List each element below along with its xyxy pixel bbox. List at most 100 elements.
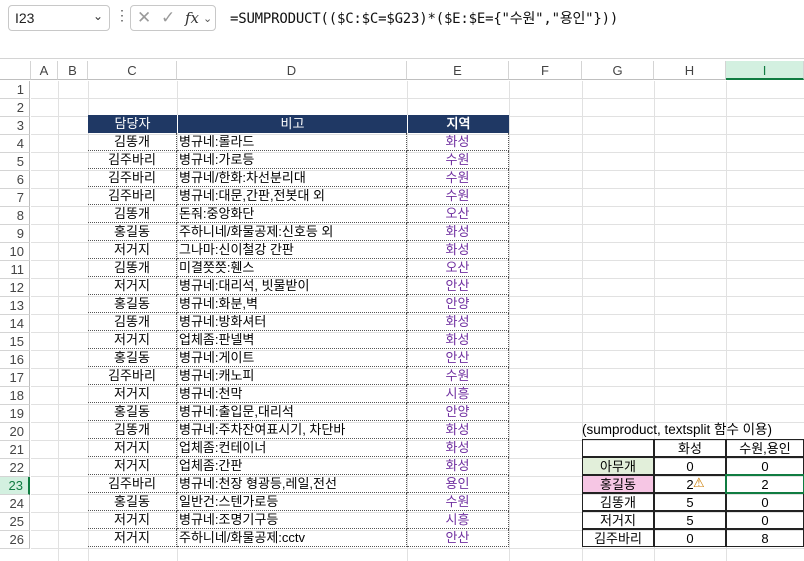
fx-chevron-icon[interactable]: ⌄ — [203, 12, 212, 25]
owner-cell[interactable]: 홍길동 — [88, 223, 177, 241]
note-cell[interactable]: 주하니네/화물공제:cctv — [177, 529, 407, 547]
row-header-5[interactable]: 5 — [0, 153, 30, 171]
note-cell[interactable]: 병규네:주차잔여표시기, 차단바 — [177, 421, 407, 439]
check-icon[interactable]: ✓ — [161, 8, 175, 28]
owner-cell[interactable]: 저거지 — [88, 439, 177, 457]
col-header-H[interactable]: H — [654, 61, 726, 80]
region-cell[interactable]: 수원 — [407, 151, 509, 169]
header-note[interactable]: 비고 — [177, 115, 407, 133]
region-cell[interactable]: 수원 — [407, 493, 509, 511]
row-header-1[interactable]: 1 — [0, 81, 30, 99]
owner-cell[interactable]: 저거지 — [88, 385, 177, 403]
region-cell[interactable]: 화성 — [407, 241, 509, 259]
owner-cell[interactable]: 홍길동 — [88, 295, 177, 313]
row-header-2[interactable]: 2 — [0, 99, 30, 117]
summary-col-suwon-yongin[interactable]: 수원,용인 — [726, 439, 804, 457]
region-cell[interactable]: 화성 — [407, 313, 509, 331]
owner-cell[interactable]: 김똥개 — [88, 421, 177, 439]
note-cell[interactable]: 병규네:방화셔터 — [177, 313, 407, 331]
owner-cell[interactable]: 김똥개 — [88, 205, 177, 223]
note-cell[interactable]: 병규네:화분,벽 — [177, 295, 407, 313]
chevron-down-icon[interactable]: ⌄ — [93, 9, 103, 23]
region-cell[interactable]: 안산 — [407, 529, 509, 547]
note-cell[interactable]: 병규네:천장 형광등,레일,전선 — [177, 475, 407, 493]
col-header-E[interactable]: E — [407, 61, 509, 80]
note-cell[interactable]: 병규네:출입문,대리석 — [177, 403, 407, 421]
note-cell[interactable]: 병규네:조명기구등 — [177, 511, 407, 529]
row-header-26[interactable]: 26 — [0, 531, 30, 549]
region-cell[interactable]: 오산 — [407, 205, 509, 223]
owner-cell[interactable]: 저거지 — [88, 331, 177, 349]
row-header-11[interactable]: 11 — [0, 261, 30, 279]
region-cell[interactable]: 안산 — [407, 349, 509, 367]
summary-value-cell[interactable]: 2 — [654, 475, 726, 493]
owner-cell[interactable]: 김똥개 — [88, 133, 177, 151]
owner-cell[interactable]: 저거지 — [88, 529, 177, 547]
row-header-3[interactable]: 3 — [0, 117, 30, 135]
note-cell[interactable]: 주하니네/화물공제:신호등 외 — [177, 223, 407, 241]
note-cell[interactable]: 병규네:캐노피 — [177, 367, 407, 385]
owner-cell[interactable]: 저거지 — [88, 277, 177, 295]
row-header-4[interactable]: 4 — [0, 135, 30, 153]
owner-cell[interactable]: 김주바리 — [88, 151, 177, 169]
col-header-G[interactable]: G — [582, 61, 654, 80]
more-options-icon[interactable]: ⋮ — [115, 7, 129, 24]
row-header-15[interactable]: 15 — [0, 333, 30, 351]
owner-cell[interactable]: 김주바리 — [88, 475, 177, 493]
note-cell[interactable]: 병규네:롤라드 — [177, 133, 407, 151]
region-cell[interactable]: 시흥 — [407, 385, 509, 403]
note-cell[interactable]: 업체좀:컨테이너 — [177, 439, 407, 457]
row-header-12[interactable]: 12 — [0, 279, 30, 297]
note-cell[interactable]: 병규네:대리석, 빗물받이 — [177, 277, 407, 295]
row-header-24[interactable]: 24 — [0, 495, 30, 513]
region-cell[interactable]: 오산 — [407, 259, 509, 277]
row-header-8[interactable]: 8 — [0, 207, 30, 225]
region-cell[interactable]: 안양 — [407, 295, 509, 313]
summary-name-cell[interactable]: 김주바리 — [582, 529, 654, 547]
summary-value-cell[interactable]: 5 — [654, 511, 726, 529]
region-cell[interactable]: 시흥 — [407, 511, 509, 529]
region-cell[interactable]: 화성 — [407, 421, 509, 439]
row-header-16[interactable]: 16 — [0, 351, 30, 369]
note-cell[interactable]: 돈줘:중앙화단 — [177, 205, 407, 223]
col-header-D[interactable]: D — [177, 61, 407, 80]
note-cell[interactable]: 병규네:대문,간판,전봇대 외 — [177, 187, 407, 205]
col-header-I[interactable]: I — [726, 61, 804, 80]
region-cell[interactable]: 화성 — [407, 457, 509, 475]
region-cell[interactable]: 용인 — [407, 475, 509, 493]
summary-corner[interactable] — [582, 439, 654, 457]
row-header-13[interactable]: 13 — [0, 297, 30, 315]
note-cell[interactable]: 병규네:가로등 — [177, 151, 407, 169]
owner-cell[interactable]: 김주바리 — [88, 367, 177, 385]
owner-cell[interactable]: 홍길동 — [88, 349, 177, 367]
col-header-A[interactable]: A — [31, 61, 58, 80]
owner-cell[interactable]: 저거지 — [88, 241, 177, 259]
row-header-9[interactable]: 9 — [0, 225, 30, 243]
worksheet-grid[interactable]: A B C D E F G H I 1 2 3 4 5 6 7 8 9 10 11 12 13 14 15 1… — [0, 61, 804, 561]
owner-cell[interactable]: 저거지 — [88, 457, 177, 475]
region-cell[interactable]: 화성 — [407, 439, 509, 457]
owner-cell[interactable]: 홍길동 — [88, 493, 177, 511]
summary-value-cell[interactable]: 0 — [726, 493, 804, 511]
row-header-6[interactable]: 6 — [0, 171, 30, 189]
note-cell[interactable]: 병규네/한화:차선분리대 — [177, 169, 407, 187]
row-header-14[interactable]: 14 — [0, 315, 30, 333]
region-cell[interactable]: 수원 — [407, 169, 509, 187]
row-header-18[interactable]: 18 — [0, 387, 30, 405]
select-all-corner[interactable] — [0, 61, 31, 80]
summary-value-cell[interactable]: 8 — [726, 529, 804, 547]
note-cell[interactable]: 업체좀:간판 — [177, 457, 407, 475]
x-icon[interactable]: ✕ — [137, 8, 151, 28]
note-cell[interactable]: 업체좀:판넬벽 — [177, 331, 407, 349]
owner-cell[interactable]: 김주바리 — [88, 187, 177, 205]
summary-name-cell[interactable]: 아무개 — [582, 457, 654, 475]
summary-value-cell[interactable]: 5 — [654, 493, 726, 511]
region-cell[interactable]: 안양 — [407, 403, 509, 421]
header-owner[interactable]: 담당자 — [88, 115, 177, 133]
region-cell[interactable]: 수원 — [407, 187, 509, 205]
row-header-23[interactable]: 23 — [0, 477, 30, 495]
row-header-21[interactable]: 21 — [0, 441, 30, 459]
fx-icon[interactable]: fx — [185, 9, 199, 27]
note-cell[interactable]: 병규네:게이트 — [177, 349, 407, 367]
col-header-B[interactable]: B — [58, 61, 88, 80]
